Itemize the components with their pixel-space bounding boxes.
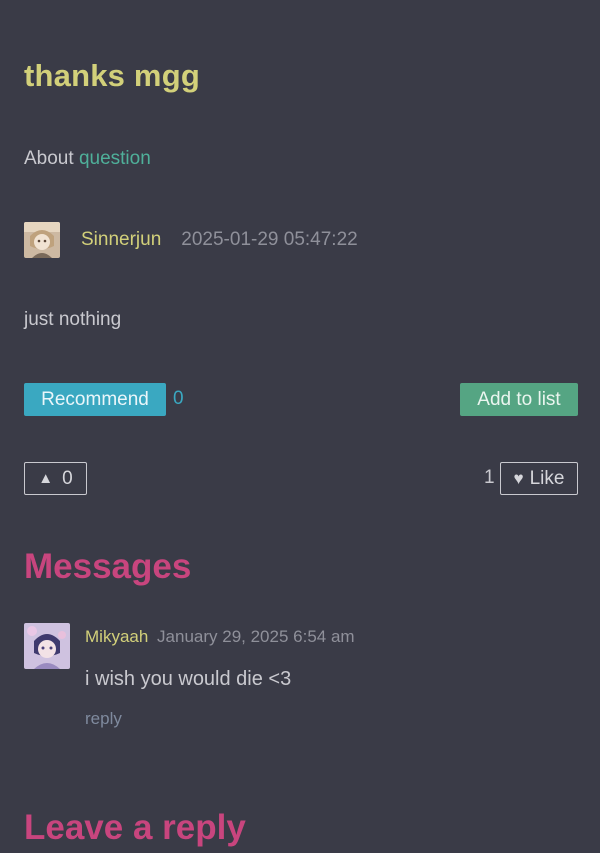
post-page: thanks mgg About question Sinnerjun 2025… [0,0,600,853]
about-prefix: About [24,148,74,169]
post-date: 2025-01-29 05:47:22 [181,229,358,250]
recommend-button[interactable]: Recommend [24,383,166,416]
vote-count: 0 [62,467,73,489]
like-count: 1 [484,467,495,488]
post-title: thanks mgg [24,58,200,93]
comment-meta: Mikyaah January 29, 2025 6:54 am [85,627,355,647]
comment-avatar-image [24,623,70,669]
comment-reply-link[interactable]: reply [85,709,122,729]
author-avatar[interactable] [24,222,60,258]
comment-date: January 29, 2025 6:54 am [157,627,355,646]
author-avatar-image [24,222,60,258]
messages-heading: Messages [24,547,192,586]
author-name[interactable]: Sinnerjun [81,229,161,251]
like-button[interactable]: ♥ Like [500,462,578,495]
comment-author[interactable]: Mikyaah [85,627,148,646]
about-topic-link[interactable]: question [79,148,151,169]
up-triangle-icon: ▲ [38,470,54,487]
add-to-list-button[interactable]: Add to list [460,383,578,416]
comment-text: i wish you would die <3 [85,668,292,690]
heart-icon: ♥ [513,468,524,488]
post-body: just nothing [24,309,122,330]
post-about: About question [24,148,151,170]
recommend-count: 0 [173,388,184,409]
comment-avatar[interactable] [24,623,70,669]
upvote-button[interactable]: ▲ 0 [24,462,87,495]
like-label: Like [529,467,565,489]
leave-reply-heading: Leave a reply [24,808,246,847]
post-author-row: Sinnerjun 2025-01-29 05:47:22 [24,221,358,259]
